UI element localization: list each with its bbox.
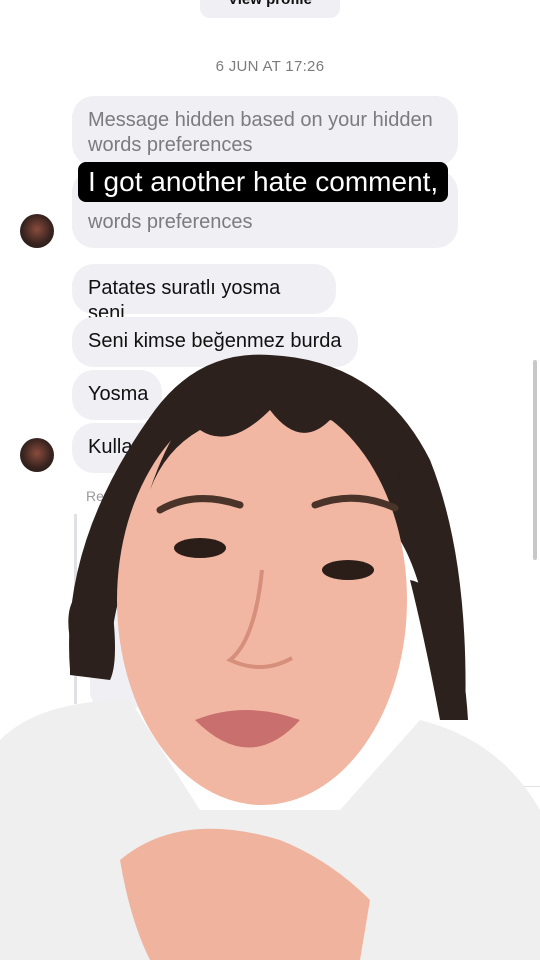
left-eye bbox=[174, 538, 226, 558]
hair-lock-left bbox=[68, 588, 115, 680]
message-text: words preferences bbox=[88, 211, 253, 233]
video-caption: I got another hate comment, bbox=[78, 162, 449, 202]
view-profile-button[interactable]: View profile bbox=[200, 0, 340, 18]
message-text: Message hidden based on your hidden word… bbox=[88, 109, 433, 156]
right-eye bbox=[322, 560, 374, 580]
person-overlay bbox=[0, 354, 540, 960]
message-bubble[interactable]: Patates suratlı yosma seni bbox=[72, 264, 336, 324]
hidden-message-bubble[interactable]: Message hidden based on your hidden word… bbox=[72, 96, 458, 166]
sender-avatar[interactable] bbox=[20, 214, 54, 248]
message-timestamp: 6 JUN AT 17:26 bbox=[215, 58, 325, 75]
